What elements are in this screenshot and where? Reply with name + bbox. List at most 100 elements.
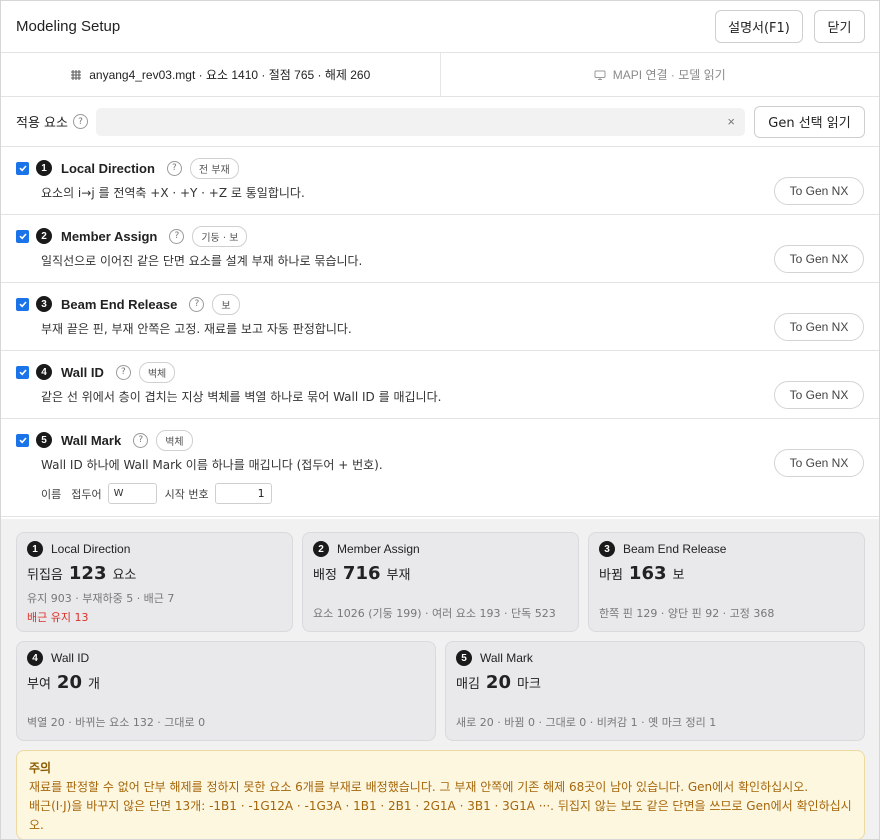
wall-mark-name-row: 이름 접두어 W 시작 번호 1 — [41, 483, 865, 504]
title-bar-buttons: 설명서(F1) 닫기 — [715, 10, 865, 43]
step-scope-tag: 보 — [212, 293, 240, 315]
step-title: Wall ID — [61, 364, 104, 380]
card-detail: 새로 20 · 바뀜 0 · 그대로 0 · 비켜감 1 · 옛 마크 정리 1 — [456, 716, 717, 729]
step-scope-tag: 전 부재 — [189, 157, 239, 179]
to-gen-nx-button[interactable]: To Gen NX — [774, 381, 864, 409]
check-icon — [18, 369, 27, 376]
step-scope-tag: 기둥 · 보 — [192, 225, 248, 247]
card-detail: 요소 1026 (기둥 199) · 여러 요소 193 · 단독 523 — [313, 607, 556, 620]
summary-row-2: 4 Wall ID 부여 20 개 벽열 20 · 바뀌는 요소 132 · 그대로 … — [16, 641, 865, 741]
step-description: Wall ID 하나에 Wall Mark 이름 하나를 매깁니다 (접두어 +… — [41, 458, 383, 472]
tab-mapi[interactable]: MAPI 연결 · 모델 읽기 — [439, 53, 880, 96]
step-description: 일직선으로 이어진 같은 단면 요소를 설계 부재 하나로 묶습니다. — [41, 254, 363, 268]
tab-model-file[interactable]: anyang4_rev03.mgt · 요소 1410 · 절점 765 · 해… — [1, 53, 440, 96]
card-number: 5 — [456, 650, 472, 666]
card-main-label: 뒤집음 — [27, 568, 63, 583]
card-number: 3 — [599, 541, 615, 557]
step-number: 3 — [36, 296, 52, 312]
card-unit: 요소 — [112, 568, 137, 583]
card-detail: 유지 903 · 부재하중 5 · 배근 7 — [27, 592, 175, 605]
card-main-label: 부여 — [27, 677, 51, 692]
card-value: 20 — [56, 672, 82, 693]
card-value: 20 — [485, 672, 511, 693]
step-title: Local Direction — [61, 160, 155, 176]
card-unit: 보 — [672, 568, 685, 583]
prefix-label: 접두어 — [71, 487, 102, 501]
card-value: 163 — [628, 563, 667, 584]
step-member-assign: 2 Member Assign ? 기둥 · 보 일직선으로 이어진 같은 단면… — [1, 215, 879, 283]
step-number: 5 — [36, 432, 52, 448]
card-title: Local Direction — [51, 542, 131, 556]
card-unit: 개 — [87, 677, 100, 692]
card-number: 4 — [27, 650, 43, 666]
monitor-icon — [594, 69, 606, 81]
card-main-label: 배정 — [313, 568, 337, 583]
help-icon[interactable]: ? — [115, 364, 131, 380]
prefix-input[interactable]: W — [107, 483, 157, 504]
check-icon — [18, 233, 27, 240]
card-main-label: 바뀜 — [599, 568, 623, 583]
step-wall-id: 4 Wall ID ? 벽체 같은 선 위에서 층이 겹치는 지상 벽체를 벽열… — [1, 351, 879, 419]
title-bar: Modeling Setup 설명서(F1) 닫기 — [1, 1, 879, 53]
to-gen-nx-button[interactable]: To Gen NX — [774, 245, 864, 273]
to-gen-nx-button[interactable]: To Gen NX — [774, 177, 864, 205]
step-description: 같은 선 위에서 층이 겹치는 지상 벽체를 벽열 하나로 묶어 Wall ID… — [41, 390, 442, 404]
step-number: 4 — [36, 364, 52, 380]
modeling-setup-window: Modeling Setup 설명서(F1) 닫기 anyang4_rev03.… — [0, 0, 880, 840]
step-title: Member Assign — [61, 228, 158, 244]
grid-icon — [70, 69, 82, 81]
window-title: Modeling Setup — [16, 18, 121, 35]
apply-elements-input[interactable]: × — [96, 107, 745, 136]
step-checkbox[interactable] — [16, 433, 29, 447]
summary-card-wall-id: 4 Wall ID 부여 20 개 벽열 20 · 바뀌는 요소 132 · 그대로 … — [16, 641, 436, 741]
step-checkbox[interactable] — [16, 297, 29, 311]
close-button[interactable]: 닫기 — [814, 10, 865, 43]
help-icon[interactable]: ? — [189, 296, 205, 312]
card-detail: 벽열 20 · 바뀌는 요소 132 · 그대로 0 — [27, 716, 206, 729]
step-checkbox[interactable] — [16, 365, 29, 379]
card-unit: 부재 — [386, 568, 411, 583]
step-description: 요소의 i→j 를 전역축 +X · +Y · +Z 로 통일합니다. — [41, 186, 305, 200]
summary-card-local-direction: 1 Local Direction 뒤집음 123 요소 유지 903 · 부재하중 … — [16, 532, 293, 632]
summary-panel: 1 Local Direction 뒤집음 123 요소 유지 903 · 부재하중 … — [1, 519, 879, 839]
start-number-input[interactable]: 1 — [214, 483, 272, 504]
check-icon — [18, 165, 27, 172]
summary-card-member-assign: 2 Member Assign 배정 716 부재 요소 1026 (기둥 199) … — [302, 532, 579, 632]
step-number: 2 — [36, 228, 52, 244]
step-scope-tag: 벽체 — [138, 361, 176, 383]
to-gen-nx-button[interactable]: To Gen NX — [774, 449, 864, 477]
help-icon[interactable]: ? — [166, 160, 182, 176]
help-icon[interactable]: ? — [133, 432, 149, 448]
card-detail: 한쪽 핀 129 · 양단 핀 92 · 고정 368 — [599, 607, 775, 620]
notice-line-1: 재료를 판정할 수 없어 단부 해제를 정하지 못한 요소 6개를 부재로 배정… — [29, 780, 809, 794]
card-warning: 배근 유지 13 — [27, 611, 89, 624]
notice-box: 주의 재료를 판정할 수 없어 단부 해제를 정하지 못한 요소 6개를 부재로… — [16, 750, 865, 839]
step-checkbox[interactable] — [16, 161, 29, 175]
notice-line-2: 배근(I·J)을 바꾸지 않은 단면 13개: -1B1 · -1G12A · … — [29, 799, 852, 832]
start-number-label: 시작 번호 — [164, 487, 209, 501]
tab-mapi-label: MAPI 연결 · 모델 읽기 — [612, 68, 726, 82]
help-icon[interactable]: ? — [169, 228, 185, 244]
card-title: Beam End Release — [623, 542, 727, 556]
notice-title: 주의 — [29, 761, 52, 775]
card-unit: 마크 — [516, 677, 541, 692]
check-icon — [18, 301, 27, 308]
to-gen-nx-button[interactable]: To Gen NX — [774, 313, 864, 341]
gen-read-selection-button[interactable]: Gen 선택 읽기 — [754, 105, 865, 138]
apply-elements-label: 적용 요소 ? — [16, 112, 96, 131]
step-number: 1 — [36, 160, 52, 176]
summary-row-1: 1 Local Direction 뒤집음 123 요소 유지 903 · 부재하중 … — [16, 532, 865, 632]
step-local-direction: 1 Local Direction ? 전 부재 요소의 i→j 를 전역축 +… — [1, 147, 879, 215]
help-button[interactable]: 설명서(F1) — [715, 10, 803, 43]
apply-elements-text: 적용 요소 — [16, 116, 68, 131]
help-icon[interactable]: ? — [72, 114, 88, 129]
card-value: 123 — [68, 563, 107, 584]
name-label: 이름 — [41, 487, 62, 501]
clear-icon[interactable]: × — [727, 114, 735, 129]
summary-card-beam-end-release: 3 Beam End Release 바뀜 163 보 한쪽 핀 129 · 양단 핀… — [588, 532, 865, 632]
step-checkbox[interactable] — [16, 229, 29, 243]
apply-elements-row: 적용 요소 ? × Gen 선택 읽기 — [1, 97, 879, 147]
step-beam-end-release: 3 Beam End Release ? 보 부재 끝은 핀, 부재 안쪽은 고… — [1, 283, 879, 351]
card-title: Wall ID — [51, 651, 90, 665]
card-title: Member Assign — [337, 542, 420, 556]
